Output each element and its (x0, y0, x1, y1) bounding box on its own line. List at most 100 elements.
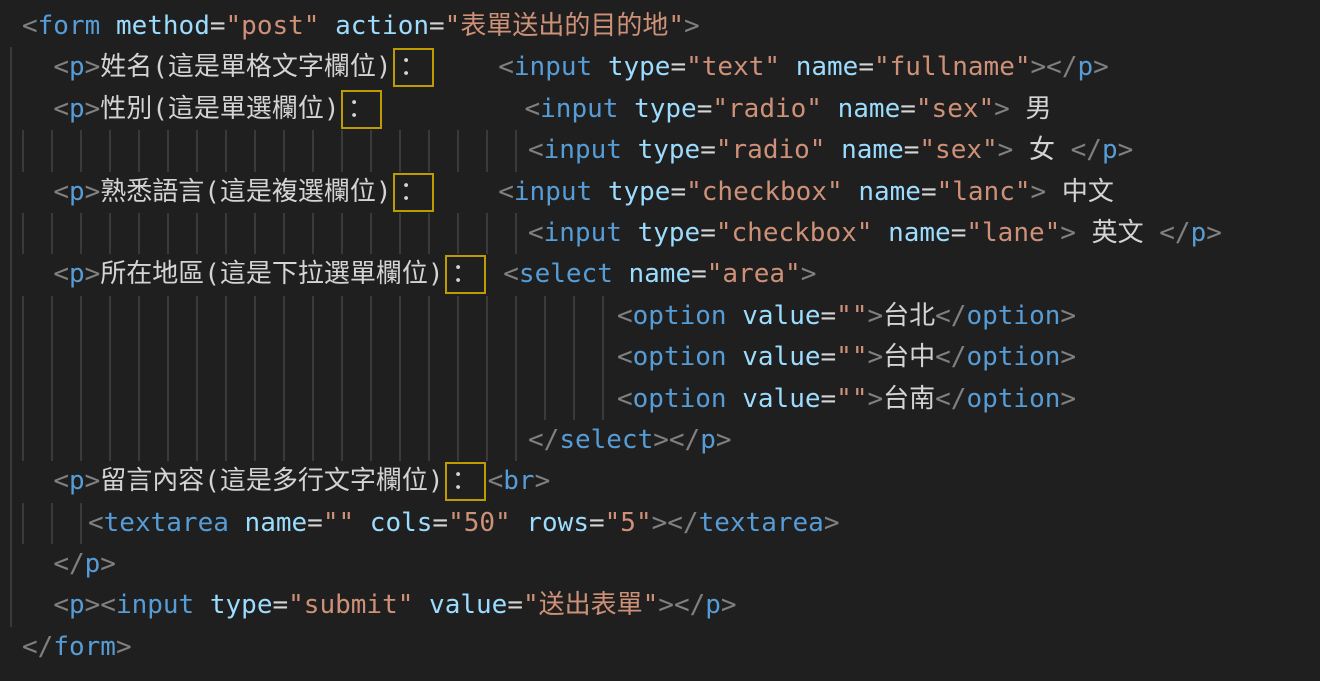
attribute-name-token: method (116, 11, 210, 41)
tag-name-token: p (705, 590, 721, 620)
text-token: 男 (1010, 94, 1052, 124)
punctuation-token: < (88, 508, 104, 538)
code-line: <option value="">台中</option> (22, 337, 1320, 378)
unicode-highlight-box: ： (341, 90, 382, 129)
attribute-name-token: rows (526, 508, 589, 538)
punctuation-token: > (998, 135, 1014, 165)
tag-name-token: input (514, 177, 592, 207)
code-line: <form method="post" action="表單送出的目的地"> (22, 6, 1320, 47)
indent-guides (22, 420, 528, 461)
equals-token: = (273, 590, 289, 620)
punctuation-token: < (53, 259, 69, 289)
equals-token: = (904, 135, 920, 165)
text-token (488, 259, 504, 289)
text-token: 姓名(這是單格文字欄位) (100, 52, 391, 82)
punctuation-token: ></ (653, 425, 700, 455)
punctuation-token: < (488, 466, 504, 496)
indent-guides (22, 130, 528, 171)
tag-name-token: option (966, 301, 1060, 331)
text-token (354, 508, 370, 538)
punctuation-token: > (801, 259, 817, 289)
tag-name-token: p (69, 177, 85, 207)
text-token (511, 508, 527, 538)
code-line: <input type="radio" name="sex"> 女 </p> (22, 130, 1320, 171)
text-token (100, 11, 116, 41)
code-line: </form> (22, 627, 1320, 668)
punctuation-token: < (498, 177, 514, 207)
equals-token: = (821, 301, 837, 331)
punctuation-token: < (617, 342, 633, 372)
equals-token: = (210, 11, 226, 41)
punctuation-token: < (617, 384, 633, 414)
punctuation-token: > (867, 384, 883, 414)
tag-name-token: p (85, 549, 101, 579)
text-token (436, 177, 499, 207)
tag-name-token: br (503, 466, 534, 496)
punctuation-token: </ (1159, 218, 1190, 248)
string-token: "表單送出的目的地" (445, 11, 684, 41)
text-token (618, 94, 634, 124)
equals-token: = (700, 135, 716, 165)
string-token: "checkbox" (716, 218, 873, 248)
tag-name-token: p (1191, 218, 1207, 248)
string-token: "" (836, 301, 867, 331)
equals-token: = (900, 94, 916, 124)
punctuation-token: > (1093, 52, 1109, 82)
punctuation-token: > (85, 52, 101, 82)
tag-name-token: p (1077, 52, 1093, 82)
punctuation-token: ></ (652, 508, 699, 538)
punctuation-token: > (721, 590, 737, 620)
indent-guides (22, 213, 528, 254)
indent-guides (22, 503, 88, 544)
indent-guides (22, 379, 617, 420)
string-token: "lanc" (937, 177, 1031, 207)
attribute-name-token: type (608, 177, 671, 207)
tag-name-token: p (69, 52, 85, 82)
equals-token: = (432, 508, 448, 538)
punctuation-token: > (1031, 177, 1047, 207)
code-line: </p> (22, 544, 1320, 585)
punctuation-token: < (53, 94, 69, 124)
indent-guides (22, 296, 617, 337)
attribute-name-token: name (629, 259, 692, 289)
punctuation-token: < (22, 11, 38, 41)
tag-name-token: input (544, 135, 622, 165)
punctuation-token: ></ (658, 590, 705, 620)
text-token (229, 508, 245, 538)
text-token (194, 590, 210, 620)
punctuation-token: </ (1071, 135, 1102, 165)
text-token (592, 52, 608, 82)
equals-token: = (700, 218, 716, 248)
punctuation-token: ></ (1031, 52, 1078, 82)
punctuation-token: > (535, 466, 551, 496)
attribute-name-token: cols (370, 508, 433, 538)
string-token: "text" (686, 52, 780, 82)
text-token: 熟悉語言(這是複選欄位) (100, 177, 391, 207)
punctuation-token: < (498, 52, 514, 82)
attribute-name-token: action (335, 11, 429, 41)
string-token: "50" (448, 508, 511, 538)
punctuation-token: > (1060, 218, 1076, 248)
code-line: <p>留言內容(這是多行文字欄位)：<br> (22, 461, 1320, 502)
punctuation-token: > (1206, 218, 1222, 248)
tag-name-token: p (69, 94, 85, 124)
text-token: 台中 (883, 342, 935, 372)
equals-token: = (858, 52, 874, 82)
equals-token: = (921, 177, 937, 207)
unicode-highlight-box: ： (445, 255, 486, 294)
equals-token: = (670, 177, 686, 207)
text-token (319, 11, 335, 41)
attribute-name-token: type (638, 135, 701, 165)
text-token (22, 94, 53, 124)
equals-token: = (821, 342, 837, 372)
punctuation-token: > (1060, 342, 1076, 372)
tag-name-token: p (69, 590, 85, 620)
string-token: "checkbox" (686, 177, 843, 207)
punctuation-token: > (1060, 301, 1076, 331)
punctuation-token: > (1060, 384, 1076, 414)
attribute-name-token: value (742, 384, 820, 414)
tag-name-token: p (1102, 135, 1118, 165)
text-token: 台北 (883, 301, 935, 331)
code-editor[interactable]: <form method="post" action="表單送出的目的地"> <… (0, 0, 1320, 681)
text-token (22, 590, 53, 620)
